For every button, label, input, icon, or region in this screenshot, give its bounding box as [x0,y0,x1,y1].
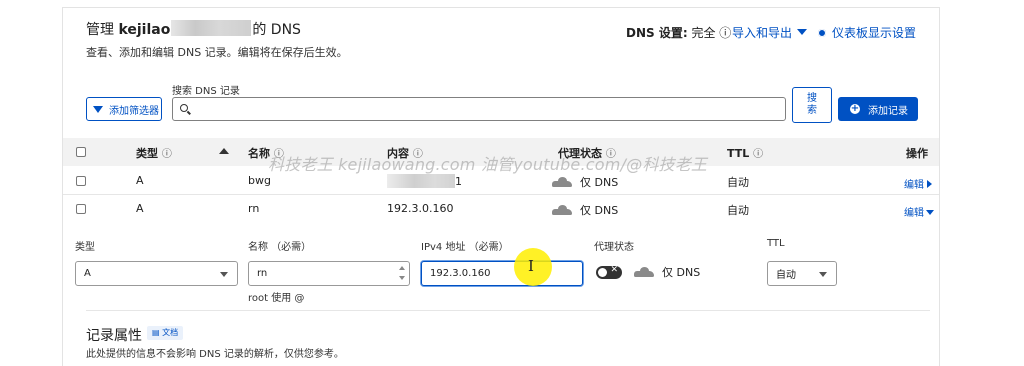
chevron-down-icon [926,210,934,215]
row-name: rn [248,202,260,215]
record-attributes-description: 此处提供的信息不会影响 DNS 记录的解析，仅供您参考。 [86,349,344,360]
filter-icon [93,105,103,113]
title-domain: kejilao [118,22,171,38]
stepper-icon[interactable] [399,265,405,281]
type-field-label: 类型 [75,242,95,253]
ipv4-field-label: IPv4 地址 （必需） [421,242,509,253]
close-icon: ✕ [610,265,618,275]
search-icon [180,104,188,112]
column-name-label: 名称 [248,147,270,160]
search-button-label: 搜 索 [807,93,817,116]
row-content-suffix: 1 [455,175,462,188]
column-ttl-label: TTL [727,147,750,160]
dashboard-settings-label: 仪表板显示设置 [832,26,917,40]
gear-icon [818,29,826,37]
page-subtitle: 查看、添加和编辑 DNS 记录。编辑将在保存后生效。 [86,46,348,59]
select-all-checkbox[interactable] [76,147,86,157]
docs-link[interactable]: ▤ 文档 [147,326,184,340]
plus-icon: + [850,103,860,114]
docs-label: 文档 [162,328,179,337]
ttl-select-value: 自动 [776,270,796,281]
row-checkbox[interactable] [76,204,86,214]
toggle-knob [598,268,607,277]
name-field-label: 名称 （必需） [248,242,312,253]
dns-setting-value: 完全 ⓘ [691,26,732,40]
record-attributes-title: 记录属性 [86,328,142,344]
name-input[interactable]: rn [248,261,410,286]
row-proxy-status: 仅 DNS [552,174,618,190]
dns-setting-status[interactable]: DNS 设置: 完全 ⓘ [626,24,731,41]
ttl-field-label: TTL [767,238,785,249]
name-hint: root 使用 @ [248,293,305,304]
import-export-link[interactable]: 导入和导出 [732,24,808,41]
column-type[interactable]: 类型 ⓘ [136,145,172,161]
add-record-label: 添加记录 [868,105,908,117]
add-filter-button[interactable]: 添加筛选器 [86,97,162,121]
cloud-icon [552,205,572,215]
chevron-down-icon [220,272,228,277]
column-actions: 操作 [906,147,928,160]
row-content: 192.3.0.160 [387,202,454,215]
type-select[interactable]: A [75,261,238,286]
chevron-down-icon [819,272,827,277]
cloud-icon [634,267,654,277]
sort-ascending-icon[interactable] [219,148,229,154]
row-name: bwg [248,174,271,187]
row-divider [63,194,939,195]
edit-label: 编辑 [904,208,924,219]
search-button[interactable]: 搜 索 [792,87,832,123]
column-type-label: 类型 [136,147,158,160]
row-type: A [136,202,144,215]
section-divider [86,310,930,311]
import-export-label: 导入和导出 [732,26,793,40]
row-proxy-label: 仅 DNS [580,176,619,189]
ipv4-input[interactable]: 192.3.0.160 [421,261,583,286]
add-record-button[interactable]: + 添加记录 [838,97,918,121]
column-ttl[interactable]: TTL ⓘ [727,145,763,160]
edit-record-button[interactable]: 编辑 [904,176,932,191]
row-content: 1 [387,174,462,188]
redacted-content [387,174,455,188]
search-input[interactable] [172,97,786,121]
name-input-value: rn [257,268,268,279]
type-select-value: A [84,268,91,279]
redacted-domain [171,20,252,36]
row-proxy-label: 仅 DNS [580,204,619,217]
row-proxy-status: 仅 DNS [552,202,618,218]
page-title: 管理 kejilao 的 DNS [86,19,301,39]
document-icon: ▤ [152,328,160,337]
proxy-toggle[interactable]: ✕ [596,265,622,279]
info-icon: ⓘ [753,149,764,160]
chevron-right-icon [927,180,932,188]
ttl-select[interactable]: 自动 [767,261,837,286]
row-type: A [136,174,144,187]
row-ttl: 自动 [727,176,749,189]
dns-setting-label: DNS 设置: [626,26,688,40]
dashboard-settings-link[interactable]: 仪表板显示设置 [818,24,916,41]
proxy-status-value: 仅 DNS [634,264,700,280]
cloud-icon [552,177,572,187]
info-icon: ⓘ [161,149,172,160]
proxy-value-label: 仅 DNS [662,266,701,279]
watermark: 科技老王 kejilaowang.com 油管youtube.com/@科技老王 [268,155,708,174]
chevron-down-icon [797,29,808,35]
search-label: 搜索 DNS 记录 [172,86,240,97]
row-ttl: 自动 [727,204,749,217]
title-prefix: 管理 [86,22,119,38]
row-checkbox[interactable] [76,176,86,186]
title-suffix: 的 DNS [252,22,301,38]
ipv4-input-value: 192.3.0.160 [430,268,491,279]
add-filter-label: 添加筛选器 [109,105,159,117]
dns-panel [62,7,940,366]
edit-label: 编辑 [904,180,924,191]
proxy-field-label: 代理状态 [594,242,634,253]
edit-record-button[interactable]: 编辑 [904,204,934,219]
text-cursor-icon: I [528,257,534,275]
